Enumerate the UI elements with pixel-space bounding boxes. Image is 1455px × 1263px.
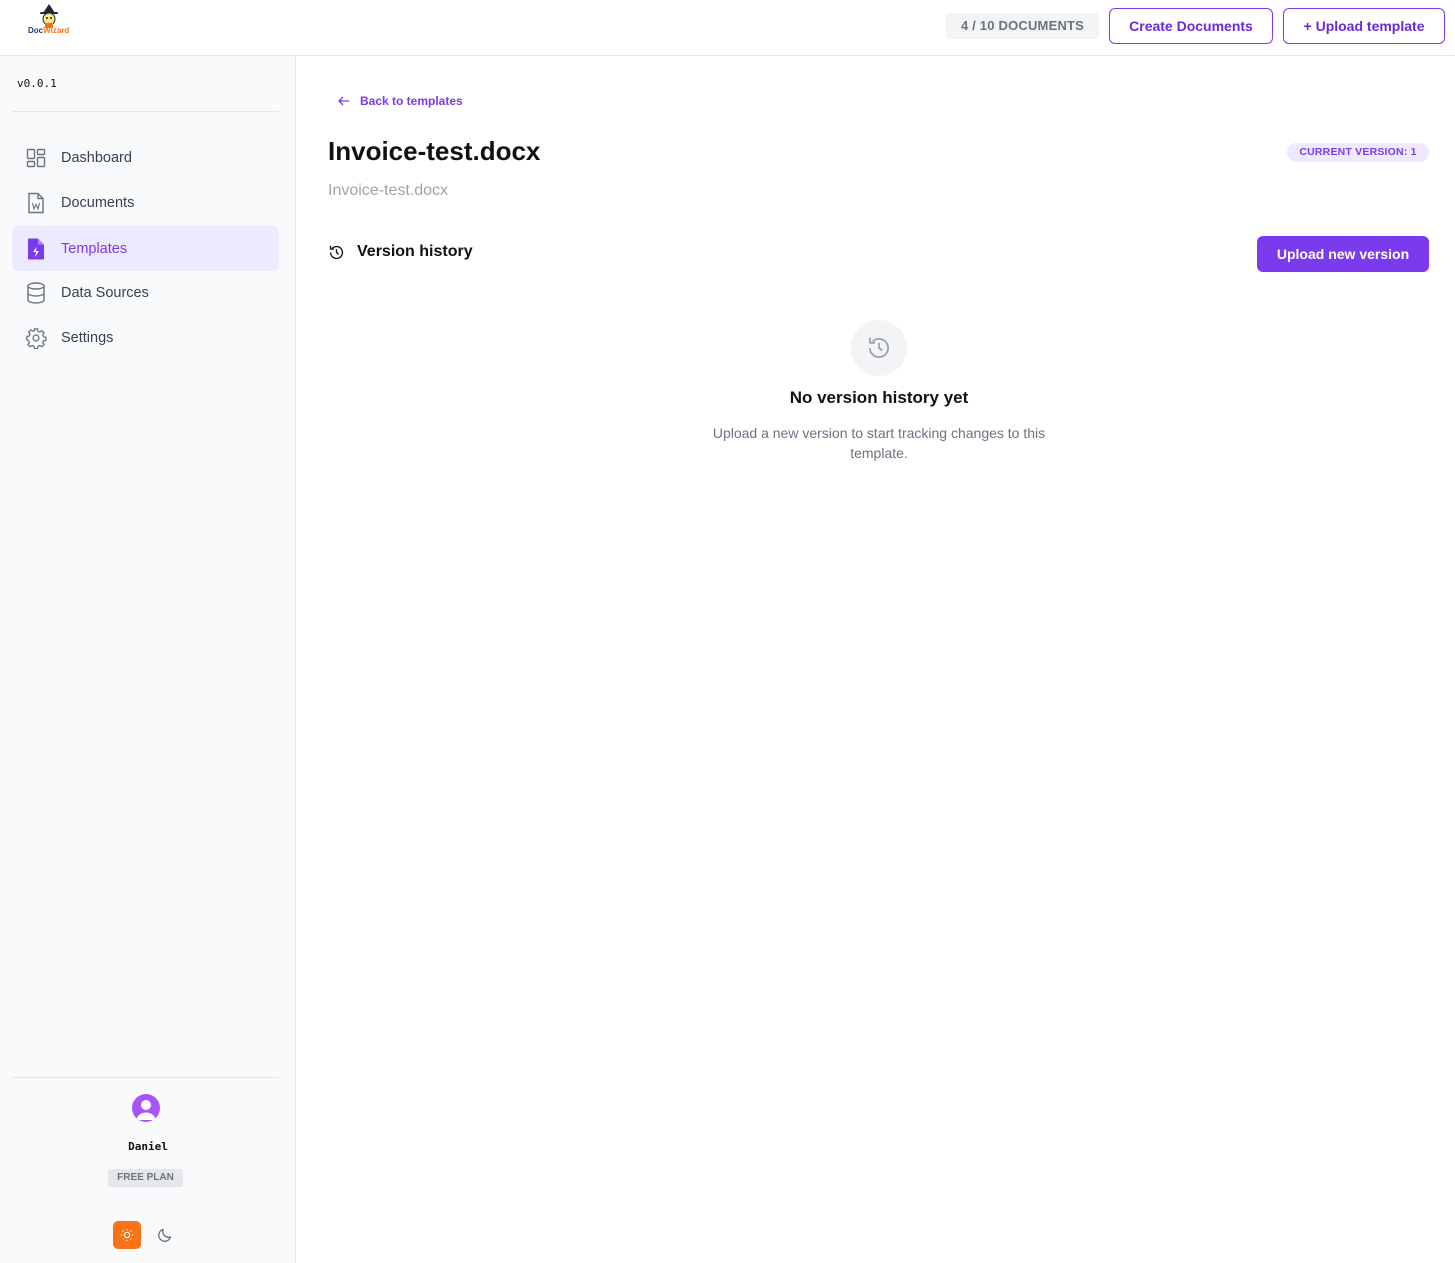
dark-theme-toggle[interactable] xyxy=(152,1221,178,1249)
top-bar: DocWizard 4 / 10 DOCUMENTS Create Docume… xyxy=(0,0,1455,56)
word-file-icon xyxy=(25,192,47,214)
user-icon xyxy=(136,1100,156,1120)
sidebar-item-label: Documents xyxy=(61,194,135,211)
back-to-templates-link[interactable]: Back to templates xyxy=(338,94,463,108)
sidebar-item-label: Data Sources xyxy=(61,284,149,301)
user-name: Daniel xyxy=(128,1140,168,1153)
template-filename: Invoice-test.docx xyxy=(328,182,449,199)
avatar[interactable] xyxy=(132,1094,160,1122)
gear-icon xyxy=(25,327,47,349)
empty-state-description: Upload a new version to start tracking c… xyxy=(712,425,1046,461)
sidebar-item-label: Settings xyxy=(61,329,114,346)
sun-icon xyxy=(120,1228,134,1242)
back-link-label: Back to templates xyxy=(360,94,463,108)
sidebar-item-label: Dashboard xyxy=(61,149,132,166)
document-quota-badge: 4 / 10 DOCUMENTS xyxy=(946,13,1099,39)
sidebar-item-label: Templates xyxy=(61,240,128,257)
sidebar-item-settings[interactable]: Settings xyxy=(12,315,279,360)
dashboard-icon xyxy=(25,147,47,169)
arrow-left-icon xyxy=(338,96,349,106)
current-version-badge: CURRENT VERSION: 1 xyxy=(1287,143,1429,162)
sidebar-divider xyxy=(12,1077,279,1078)
version-history-header: Version history xyxy=(328,243,473,261)
create-documents-button[interactable]: Create Documents xyxy=(1109,8,1273,44)
template-file-icon xyxy=(25,238,47,260)
page-title: Invoice-test.docx xyxy=(328,136,541,166)
history-icon xyxy=(868,337,889,358)
plan-badge: FREE PLAN xyxy=(108,1169,183,1187)
sidebar-item-templates[interactable]: Templates xyxy=(12,226,279,271)
history-icon xyxy=(329,245,344,259)
logo-text: DocWizard xyxy=(28,26,70,35)
version-history-title: Version history xyxy=(357,243,473,260)
sidebar-item-documents[interactable]: Documents xyxy=(12,180,279,225)
sidebar-item-dashboard[interactable]: Dashboard xyxy=(12,135,279,180)
empty-state-title: No version history yet xyxy=(789,388,969,407)
sidebar: v0.0.1 Dashboard Documents Templates Dat… xyxy=(0,56,296,1263)
moon-icon xyxy=(158,1228,172,1242)
database-icon xyxy=(25,281,47,304)
upload-template-button[interactable]: + Upload template xyxy=(1283,8,1445,44)
upload-new-version-button[interactable]: Upload new version xyxy=(1257,236,1429,272)
app-version: v0.0.1 xyxy=(17,77,57,90)
sidebar-item-data-sources[interactable]: Data Sources xyxy=(12,270,279,315)
light-theme-toggle[interactable] xyxy=(113,1221,141,1249)
sidebar-divider xyxy=(12,111,279,112)
empty-state-icon-wrapper xyxy=(851,320,907,376)
